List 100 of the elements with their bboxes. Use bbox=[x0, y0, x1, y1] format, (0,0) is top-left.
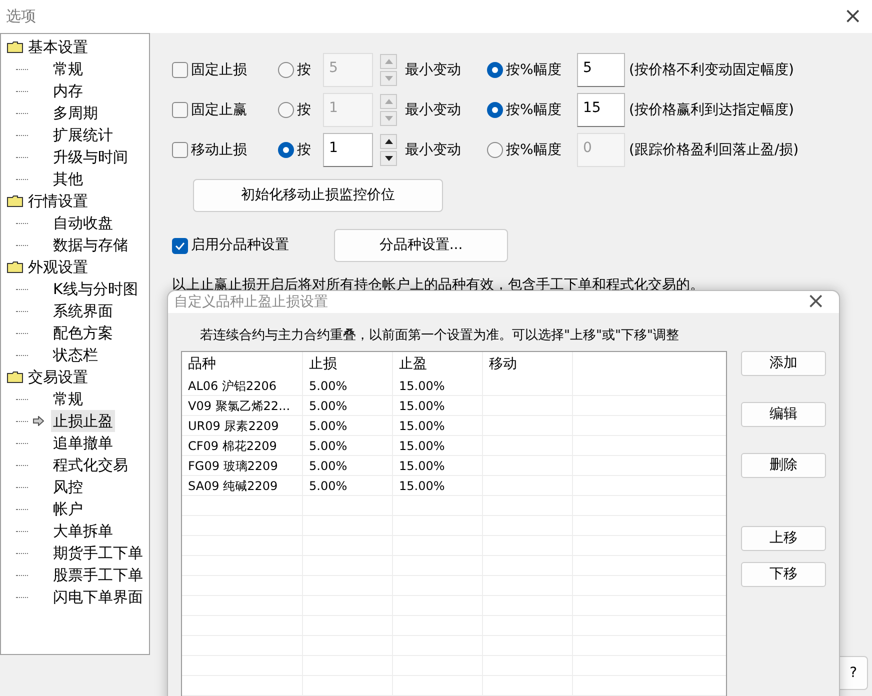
tree-item[interactable]: 状态栏 bbox=[51, 344, 100, 366]
table-cell: V09 聚氯乙烯22... bbox=[182, 396, 303, 414]
tree-group[interactable]: 基本设置 bbox=[28, 36, 88, 58]
dialog-button[interactable]: 上移 bbox=[741, 526, 826, 550]
rule-note: (跟踪价格盈利回落止盈/损) bbox=[629, 140, 799, 160]
checkbox[interactable] bbox=[172, 142, 188, 158]
table-cell: 5.00% bbox=[303, 416, 393, 434]
option-label: 按%幅度 bbox=[506, 100, 562, 120]
check-icon bbox=[175, 242, 185, 250]
table-cell: 15.00% bbox=[393, 476, 483, 494]
column-header[interactable]: 移动 bbox=[483, 352, 573, 376]
tree-item[interactable]: 升级与时间 bbox=[51, 146, 130, 168]
tree-group[interactable]: 外观设置 bbox=[28, 256, 88, 278]
tree-item[interactable]: 配色方案 bbox=[51, 322, 115, 344]
table-cell: 5.00% bbox=[303, 396, 393, 414]
table-cell: UR09 尿素2209 bbox=[182, 416, 303, 434]
option-label: 按 bbox=[297, 100, 312, 120]
tree-item[interactable]: K线与分时图 bbox=[51, 278, 140, 300]
radio-button[interactable] bbox=[487, 142, 503, 158]
unit-label: 最小变动 bbox=[405, 140, 462, 160]
tree-item[interactable]: 系统界面 bbox=[51, 300, 115, 322]
tree-item[interactable]: 多周期 bbox=[51, 102, 100, 124]
dialog-button[interactable]: 下移 bbox=[741, 562, 826, 586]
tree-item[interactable]: 常规 bbox=[51, 388, 85, 410]
folder-icon bbox=[7, 41, 23, 53]
table-cell: 5.00% bbox=[303, 436, 393, 454]
tree-group[interactable]: 行情设置 bbox=[28, 190, 88, 212]
tree-item[interactable]: 程式化交易 bbox=[51, 454, 130, 476]
tick-field[interactable]: 1 bbox=[323, 133, 373, 167]
rule-label: 固定止赢 bbox=[191, 100, 247, 120]
spin-up-button[interactable] bbox=[380, 134, 397, 149]
rule-note: (按价格不利变动固定幅度) bbox=[629, 60, 794, 80]
tree-item[interactable]: 止损止盈 bbox=[51, 410, 115, 432]
table-cell: FG09 玻璃2209 bbox=[182, 456, 303, 474]
tree-item[interactable]: 期货手工下单 bbox=[51, 542, 145, 564]
close-button[interactable]: × bbox=[806, 291, 825, 313]
window-title: 选项 bbox=[6, 6, 36, 28]
down-arrow-icon bbox=[384, 156, 392, 161]
dialog-hint: 若连续合约与主力合约重叠，以前面第一个设置为准。可以选择"上移"或"下移"调整 bbox=[200, 327, 680, 345]
up-arrow-icon bbox=[384, 139, 392, 144]
radio-button[interactable] bbox=[278, 142, 294, 158]
radio-button[interactable] bbox=[487, 102, 503, 118]
tree-item[interactable]: 其他 bbox=[51, 168, 85, 190]
dialog-button[interactable]: 删除 bbox=[741, 452, 826, 478]
tree-item[interactable]: 闪电下单界面 bbox=[51, 586, 145, 608]
column-header[interactable]: 止损 bbox=[303, 352, 393, 376]
table-cell: 15.00% bbox=[393, 376, 483, 394]
unit-label: 最小变动 bbox=[405, 100, 462, 120]
tree-item[interactable]: 常规 bbox=[51, 58, 85, 80]
tree-item[interactable]: 风控 bbox=[51, 476, 85, 498]
radio-button[interactable] bbox=[278, 62, 294, 78]
tree-item[interactable]: 内存 bbox=[51, 80, 85, 102]
close-button[interactable]: × bbox=[844, 6, 862, 28]
per-product-button[interactable]: 分品种设置... bbox=[334, 229, 508, 262]
dialog-button[interactable]: 添加 bbox=[741, 350, 826, 376]
percent-field[interactable]: 5 bbox=[577, 53, 625, 87]
table-cell: 15.00% bbox=[393, 396, 483, 414]
option-label: 按 bbox=[297, 60, 312, 80]
up-arrow-icon bbox=[384, 99, 392, 104]
rule-note: (按价格赢利到达指定幅度) bbox=[629, 100, 794, 120]
spin-down-button[interactable] bbox=[380, 151, 397, 166]
folder-icon bbox=[7, 371, 23, 383]
table-cell: SA09 纯碱2209 bbox=[182, 476, 303, 494]
checkbox[interactable] bbox=[172, 62, 188, 78]
checkbox[interactable] bbox=[172, 238, 188, 254]
option-label: 按 bbox=[297, 140, 312, 160]
unit-label: 最小变动 bbox=[405, 60, 462, 80]
arrow-icon bbox=[33, 416, 44, 426]
radio-button[interactable] bbox=[278, 102, 294, 118]
folder-icon bbox=[7, 195, 23, 207]
percent-field[interactable]: 15 bbox=[577, 93, 625, 127]
down-arrow-icon bbox=[384, 76, 392, 81]
tree-item[interactable]: 大单拆单 bbox=[51, 520, 115, 542]
table-cell: 5.00% bbox=[303, 476, 393, 494]
checkbox[interactable] bbox=[172, 102, 188, 118]
table-cell: CF09 棉花2209 bbox=[182, 436, 303, 454]
rule-label: 移动止损 bbox=[191, 140, 247, 160]
tree-item[interactable]: 帐户 bbox=[51, 498, 85, 520]
tree-item[interactable]: 数据与存储 bbox=[51, 234, 130, 256]
table-cell: 5.00% bbox=[303, 376, 393, 394]
column-header[interactable]: 止盈 bbox=[393, 352, 483, 376]
radio-button[interactable] bbox=[487, 62, 503, 78]
down-arrow-icon bbox=[384, 116, 392, 121]
table-cell: AL06 沪铝2206 bbox=[182, 376, 303, 394]
dialog-button[interactable]: 编辑 bbox=[741, 402, 826, 426]
table-cell: 15.00% bbox=[393, 456, 483, 474]
tree-item[interactable]: 扩展统计 bbox=[51, 124, 115, 146]
tree-group[interactable]: 交易设置 bbox=[28, 366, 88, 388]
up-arrow-icon bbox=[384, 59, 392, 64]
option-label: 按%幅度 bbox=[506, 60, 562, 80]
table-cell: 15.00% bbox=[393, 436, 483, 454]
column-header[interactable]: 品种 bbox=[182, 352, 303, 376]
tree-item[interactable]: 股票手工下单 bbox=[51, 564, 145, 586]
tree-item[interactable]: 自动收盘 bbox=[51, 212, 115, 234]
tree-item[interactable]: 追单撤单 bbox=[51, 432, 115, 454]
checkbox-label: 启用分品种设置 bbox=[191, 236, 290, 255]
dialog-title: 自定义品种止盈止损设置 bbox=[174, 292, 328, 312]
table-cell: 15.00% bbox=[393, 416, 483, 434]
option-label: 按%幅度 bbox=[506, 140, 562, 160]
init-button[interactable]: 初始化移动止损监控价位 bbox=[193, 179, 443, 212]
